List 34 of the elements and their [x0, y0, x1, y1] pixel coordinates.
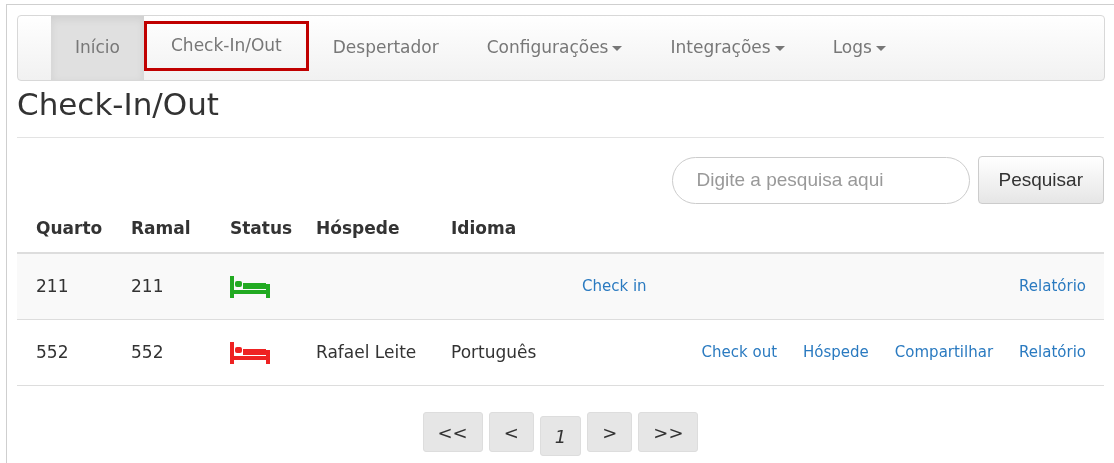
table-cell: 211	[131, 275, 164, 296]
nav-tab[interactable]: Configurações	[462, 16, 647, 80]
pagination-button[interactable]: 1	[539, 416, 582, 456]
column-header: Quarto	[36, 218, 103, 239]
table-cell: 211	[36, 275, 69, 296]
caret-icon	[875, 45, 886, 51]
table-cell: Português	[451, 341, 537, 362]
caret-icon	[612, 45, 623, 51]
pagination-button[interactable]: <	[488, 412, 534, 452]
table-cell: Rafael Leite	[316, 341, 417, 362]
action-link[interactable]: Relatório	[1019, 275, 1086, 298]
page-title: Check-In/Out	[17, 85, 220, 124]
column-header: Idioma	[451, 218, 517, 239]
column-header: Status	[230, 218, 293, 239]
pagination-button[interactable]: >>	[638, 412, 699, 452]
nav-tab[interactable]: Início	[51, 16, 144, 80]
nav-tab[interactable]: Integrações	[646, 16, 809, 80]
column-header: Ramal	[131, 218, 191, 239]
pagination-button[interactable]: >	[587, 412, 633, 452]
search-field[interactable]: Digite a pesquisa aqui	[671, 156, 970, 204]
action-link[interactable]: Check out	[701, 341, 778, 364]
action-link[interactable]: Relatório	[1019, 341, 1086, 364]
column-header: Hóspede	[316, 218, 400, 239]
table-cell: 552	[36, 341, 69, 362]
nav-tab[interactable]: Despertador	[308, 16, 463, 80]
search-button[interactable]: Pesquisar	[977, 156, 1104, 204]
pagination-button[interactable]: <<	[422, 412, 483, 452]
action-link[interactable]: Check in	[582, 275, 647, 298]
nav-tab[interactable]: Check-In/Out	[144, 21, 309, 71]
nav-tab[interactable]: Logs	[808, 16, 910, 80]
caret-icon	[774, 45, 785, 51]
action-link[interactable]: Compartilhar	[894, 341, 994, 364]
table-cell: 552	[131, 341, 164, 362]
action-link[interactable]: Hóspede	[803, 341, 869, 364]
